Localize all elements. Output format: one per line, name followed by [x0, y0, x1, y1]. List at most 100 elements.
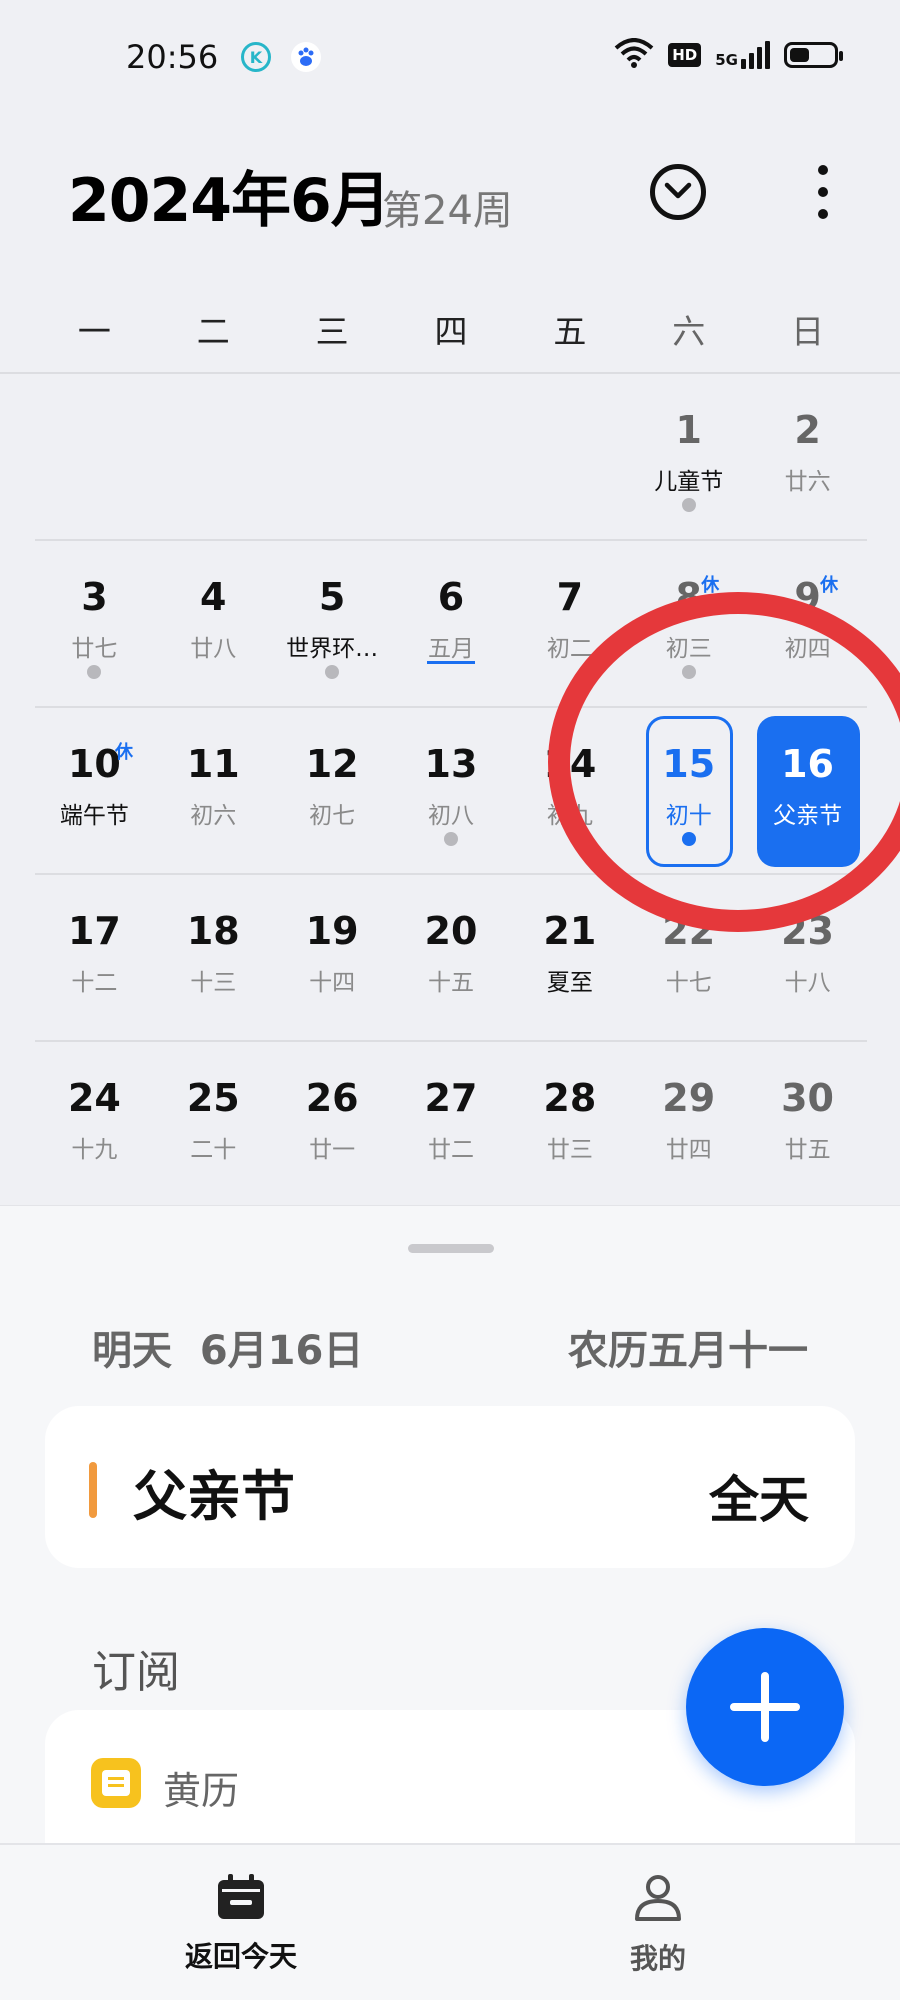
day-cell-10[interactable]: 10 休端午节 — [35, 708, 154, 875]
festival-label: 世界环… — [286, 636, 379, 662]
holiday-rest-badge: 休 — [701, 575, 720, 596]
day-cell-25[interactable]: 25 二十 — [154, 1042, 273, 1209]
day-number: 17 — [67, 909, 121, 953]
day-cell-9[interactable]: 9 休初四 — [748, 541, 867, 708]
day-cell-6[interactable]: 6 五月 — [392, 541, 511, 708]
lunar-label: 廿八 — [190, 636, 237, 662]
lunar-label: 初八 — [427, 803, 474, 829]
day-number: 11 — [186, 742, 240, 786]
day-cell-3[interactable]: 3 廿七 — [35, 541, 154, 708]
day-cell-4[interactable]: 4 廿八 — [154, 541, 273, 708]
day-number: 5 — [318, 575, 346, 619]
day-cell-23[interactable]: 23 十八 — [748, 875, 867, 1042]
sheet-drag-handle[interactable] — [408, 1244, 494, 1253]
day-number: 8 — [675, 575, 702, 619]
week-number: 第24周 — [382, 188, 513, 234]
event-dot-icon — [681, 498, 696, 512]
day-cell-22[interactable]: 22 十七 — [629, 875, 748, 1042]
lunar-label: 初十 — [665, 803, 712, 829]
day-cell-5[interactable]: 5 世界环… — [273, 541, 392, 708]
weekday-sat: 六 — [672, 312, 706, 351]
day-number: 1 — [675, 408, 702, 452]
festival-label: 端午节 — [59, 803, 129, 829]
day-cell-2[interactable]: 2 廿六 — [748, 374, 867, 541]
calendar-icon — [216, 1873, 266, 1921]
day-cell-7[interactable]: 7 初二 — [510, 541, 629, 708]
calendar-grid: 1 儿童节 2 廿六 3 廿七 4 廿八 5 世界环… 6 五月 7 初二 8 休初三 9 休初四 10 休端午节 11… — [35, 374, 867, 1209]
add-event-button[interactable] — [686, 1628, 844, 1786]
battery-icon — [784, 42, 843, 68]
event-dot-icon — [681, 665, 696, 679]
event-dot-icon — [443, 832, 458, 846]
day-number: 30 — [781, 1076, 834, 1120]
day-cell-11[interactable]: 11 初六 — [154, 708, 273, 875]
nav-back-to-today[interactable]: 返回今天 — [141, 1873, 341, 1975]
day-cell-8[interactable]: 8 休初三 — [629, 541, 748, 708]
day-number: 6 — [437, 575, 465, 619]
day-cell-27[interactable]: 27 廿二 — [392, 1042, 511, 1209]
day-cell-12[interactable]: 12 初七 — [273, 708, 392, 875]
event-dot-icon — [87, 665, 102, 679]
day-cell-16[interactable]: 16 父亲节 — [748, 708, 867, 875]
day-cell-30[interactable]: 30 廿五 — [748, 1042, 867, 1209]
day-number: 10 — [67, 742, 121, 786]
day-number: 7 — [556, 575, 584, 619]
festival-label: 夏至 — [546, 970, 593, 996]
lunar-label: 初二 — [546, 636, 593, 662]
day-number: 3 — [81, 575, 108, 619]
day-cell-28[interactable]: 28 廿三 — [510, 1042, 629, 1209]
event-card[interactable]: 父亲节 全天 — [45, 1406, 855, 1568]
day-cell-26[interactable]: 26 廿一 — [273, 1042, 392, 1209]
day-cell-18[interactable]: 18 十三 — [154, 875, 273, 1042]
day-number: 20 — [424, 909, 478, 953]
event-dot-icon — [681, 832, 696, 846]
day-cell-17[interactable]: 17 十二 — [35, 875, 154, 1042]
lunar-label: 初六 — [190, 803, 237, 829]
more-options-button[interactable] — [808, 165, 838, 219]
nav-today-label: 返回今天 — [184, 1940, 297, 1973]
weekday-wed: 三 — [315, 312, 349, 351]
lunar-label: 廿二 — [427, 1137, 474, 1163]
nav-mine[interactable]: 我的 — [558, 1873, 758, 1977]
more-dot-icon — [818, 209, 828, 219]
holiday-rest-badge: 休 — [115, 742, 133, 763]
day-cell-14[interactable]: 14 初九 — [510, 708, 629, 875]
day-cell-1[interactable]: 1 儿童节 — [629, 374, 748, 541]
lunar-label: 初七 — [309, 803, 356, 829]
day-cell-19[interactable]: 19 十四 — [273, 875, 392, 1042]
subscriptions-title: 订阅 — [92, 1647, 180, 1698]
event-dot-icon — [325, 665, 340, 679]
lunar-label: 十七 — [665, 970, 712, 996]
wifi-icon — [614, 38, 654, 72]
chevron-down-icon — [664, 182, 692, 199]
day-number: 16 — [781, 742, 834, 786]
day-number: 29 — [662, 1076, 716, 1120]
status-time: 20:56 — [126, 38, 219, 76]
day-number: 21 — [543, 909, 597, 953]
lunar-label: 十九 — [71, 1137, 118, 1163]
day-number: 13 — [424, 742, 478, 786]
event-time: 全天 — [709, 1471, 809, 1529]
day-cell-24[interactable]: 24 十九 — [35, 1042, 154, 1209]
day-number: 23 — [781, 909, 834, 953]
weekday-fri: 五 — [553, 312, 587, 351]
lunar-date-label: 农历五月十一 — [568, 1328, 808, 1374]
day-cell-21[interactable]: 21 夏至 — [510, 875, 629, 1042]
weekday-header: 一 二 三 四 五 六 日 — [35, 305, 867, 353]
app-k-icon: K — [241, 42, 271, 72]
row-divider — [35, 873, 867, 875]
more-dot-icon — [818, 187, 828, 197]
day-cell-15[interactable]: 15 初十 — [629, 708, 748, 875]
month-title[interactable]: 2024年6月 — [68, 152, 391, 239]
day-number: 28 — [543, 1076, 597, 1120]
expand-month-button[interactable] — [650, 164, 706, 220]
day-cell-13[interactable]: 13 初八 — [392, 708, 511, 875]
hd-icon: HD — [668, 43, 702, 67]
lunar-label: 二十 — [190, 1137, 237, 1163]
day-cell-29[interactable]: 29 廿四 — [629, 1042, 748, 1209]
day-cell-20[interactable]: 20 十五 — [392, 875, 511, 1042]
lunar-label: 廿五 — [784, 1137, 831, 1163]
person-icon — [633, 1873, 683, 1923]
row-divider — [35, 539, 867, 541]
lunar-label: 廿四 — [665, 1137, 712, 1163]
